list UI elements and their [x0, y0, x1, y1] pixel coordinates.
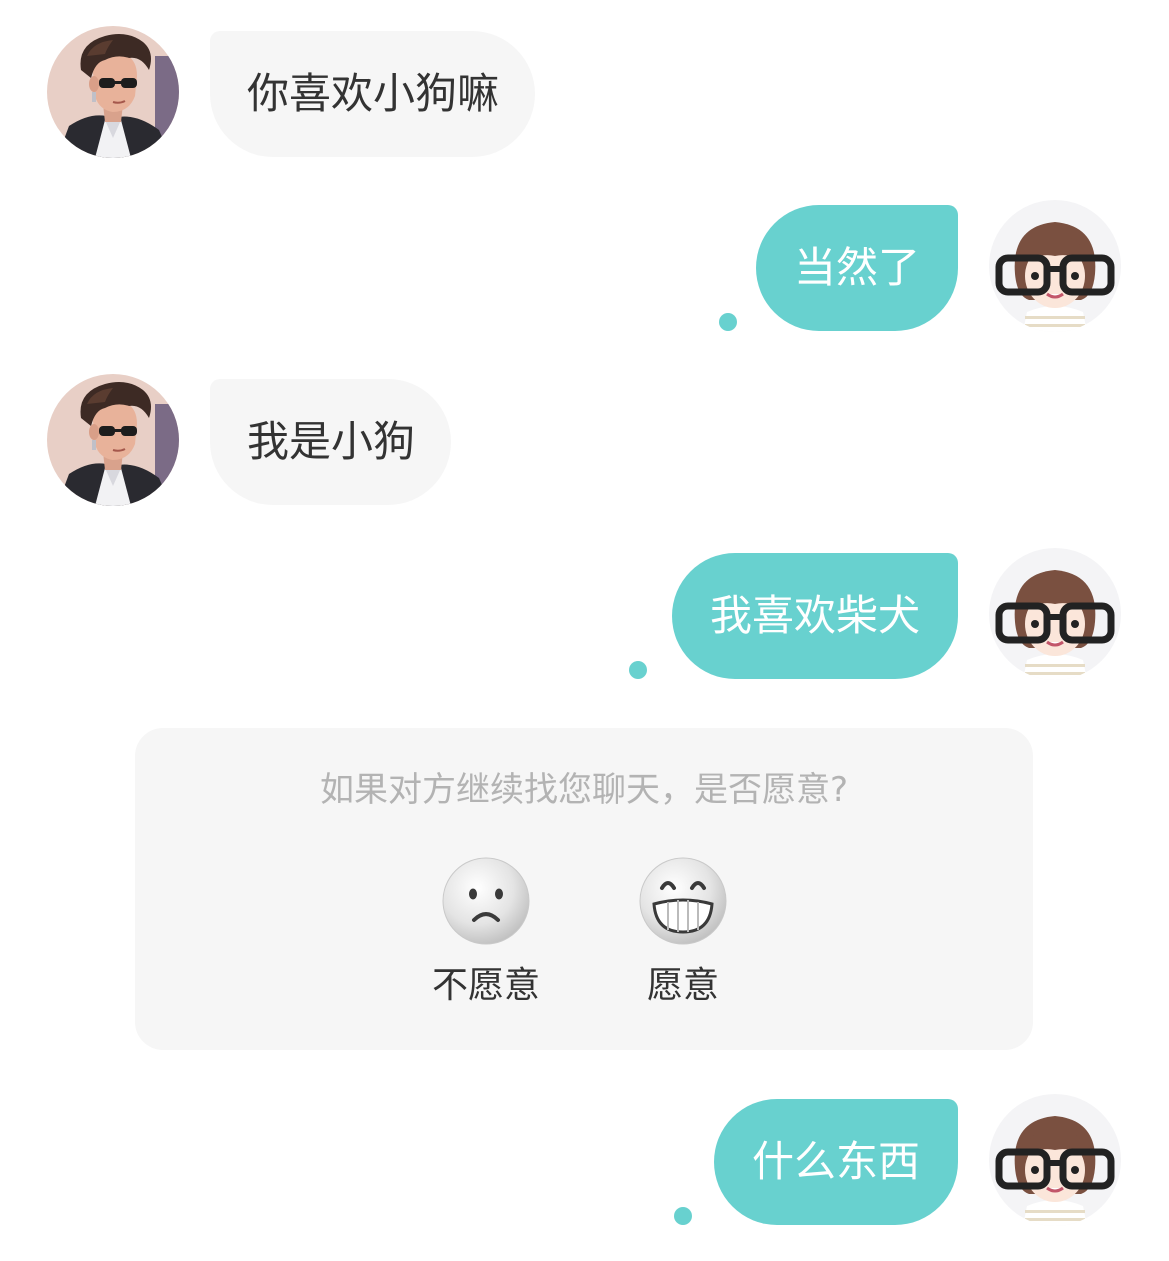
prompt-question: 如果对方继续找您聊天，是否愿意?: [319, 770, 849, 810]
message-status-dot: [719, 313, 737, 331]
contact-avatar[interactable]: [47, 374, 179, 506]
message-bubble-outgoing[interactable]: 我喜欢柴犬: [671, 553, 958, 679]
self-avatar[interactable]: [989, 1094, 1121, 1226]
continue-chat-prompt-card: 如果对方继续找您聊天，是否愿意? 不愿意 愿意: [135, 728, 1033, 1050]
sad-face-icon: [441, 856, 531, 946]
grinning-face-icon: [638, 856, 728, 946]
message-bubble-outgoing[interactable]: 当然了: [755, 205, 958, 331]
message-status-dot: [629, 661, 647, 679]
self-avatar[interactable]: [989, 200, 1121, 332]
unwilling-option-label: 不愿意: [431, 965, 540, 1006]
message-bubble-outgoing[interactable]: 什么东西: [713, 1099, 958, 1225]
willing-option-button[interactable]: 愿意: [603, 856, 763, 1004]
contact-avatar[interactable]: [47, 26, 179, 158]
self-avatar[interactable]: [989, 548, 1121, 680]
man-sunglasses-avatar-icon: [47, 26, 179, 158]
message-bubble-incoming[interactable]: 我是小狗: [210, 379, 452, 505]
message-status-dot: [674, 1207, 692, 1225]
message-bubble-incoming[interactable]: 你喜欢小狗嘛: [210, 31, 536, 157]
girl-glasses-avatar-icon: [989, 1094, 1121, 1226]
man-sunglasses-avatar-icon: [47, 374, 179, 506]
willing-option-label: 愿意: [646, 965, 719, 1006]
girl-glasses-avatar-icon: [989, 548, 1121, 680]
girl-glasses-avatar-icon: [989, 200, 1121, 332]
unwilling-option-button[interactable]: 不愿意: [406, 856, 566, 1004]
